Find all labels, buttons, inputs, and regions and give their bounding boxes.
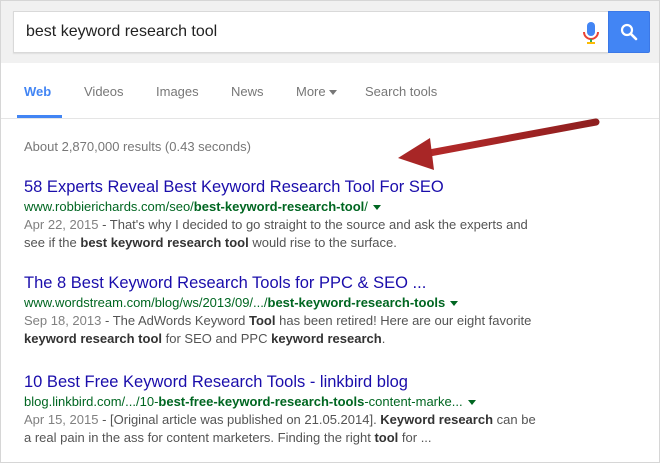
result-date: Apr 22, 2015 <box>24 217 99 232</box>
search-input[interactable] <box>26 20 566 44</box>
search-result: 58 Experts Reveal Best Keyword Research … <box>24 177 584 252</box>
result-url: www.robbierichards.com/seo/best-keyword-… <box>24 198 584 216</box>
snippet-text: [Original article was published on 21.05… <box>110 412 381 427</box>
tab-images[interactable]: Images <box>156 84 199 99</box>
url-highlight: best-free-keyword-research-tools <box>158 394 365 409</box>
snippet-highlight: Keyword research <box>380 412 494 427</box>
url-suffix: / <box>364 199 368 214</box>
snippet-highlight: keyword research tool <box>24 331 162 346</box>
result-date: Apr 15, 2015 <box>24 412 99 427</box>
result-snippet: Apr 15, 2015 - [Original article was pub… <box>24 411 544 447</box>
snippet-separator: - <box>98 217 110 232</box>
result-title-link[interactable]: 10 Best Free Keyword Research Tools - li… <box>24 372 584 392</box>
active-tab-indicator <box>17 115 62 118</box>
caret-down-icon[interactable] <box>450 301 459 307</box>
url-prefix: blog.linkbird.com/.../10- <box>24 394 159 409</box>
snippet-text: for SEO and PPC <box>162 331 272 346</box>
snippet-text: . <box>381 331 386 346</box>
search-icon <box>620 23 638 41</box>
snippet-separator: - <box>101 313 113 328</box>
result-date: Sep 18, 2013 <box>24 313 102 328</box>
result-snippet: Sep 18, 2013 - The AdWords Keyword Tool … <box>24 312 544 348</box>
url-highlight: best-keyword-research-tool <box>193 199 365 214</box>
url-suffix: -content-marke... <box>364 394 463 409</box>
search-header <box>1 1 659 63</box>
result-url: www.wordstream.com/blog/ws/2013/09/.../b… <box>24 294 584 312</box>
tab-news[interactable]: News <box>231 84 264 99</box>
snippet-text: would rise to the surface. <box>248 235 397 250</box>
url-highlight: best-keyword-research-tools <box>267 295 446 310</box>
search-result: The 8 Best Keyword Research Tools for PP… <box>24 273 584 348</box>
search-result: 10 Best Free Keyword Research Tools - li… <box>24 372 584 447</box>
snippet-highlight: tool <box>374 430 399 445</box>
snippet-highlight: keyword research <box>271 331 382 346</box>
snippet-text: has been retired! Here are our eight fav… <box>275 313 532 328</box>
tab-web[interactable]: Web <box>24 84 51 99</box>
result-title-link[interactable]: The 8 Best Keyword Research Tools for PP… <box>24 273 584 293</box>
url-prefix: www.robbierichards.com/seo/ <box>24 199 194 214</box>
search-button[interactable] <box>608 11 650 53</box>
search-box[interactable] <box>13 11 608 53</box>
result-url: blog.linkbird.com/.../10-best-free-keywo… <box>24 393 584 411</box>
caret-down-icon[interactable] <box>372 205 381 211</box>
snippet-highlight: best keyword research tool <box>80 235 249 250</box>
tab-more-label: More <box>296 84 326 99</box>
tab-more[interactable]: More <box>296 84 337 99</box>
caret-down-icon[interactable] <box>467 400 476 406</box>
annotation-arrow <box>398 118 600 170</box>
result-stats: About 2,870,000 results (0.43 seconds) <box>24 139 251 154</box>
tab-search-tools[interactable]: Search tools <box>365 84 437 99</box>
snippet-text: for ... <box>398 430 432 445</box>
result-snippet: Apr 22, 2015 - That's why I decided to g… <box>24 216 544 252</box>
url-prefix: www.wordstream.com/blog/ws/2013/09/.../ <box>24 295 268 310</box>
snippet-highlight: Tool <box>249 313 276 328</box>
snippet-text: The AdWords Keyword <box>112 313 250 328</box>
caret-down-icon <box>328 90 337 96</box>
microphone-icon[interactable] <box>581 21 601 45</box>
snippet-separator: - <box>98 412 111 427</box>
tab-videos[interactable]: Videos <box>84 84 124 99</box>
result-title-link[interactable]: 58 Experts Reveal Best Keyword Research … <box>24 177 584 197</box>
